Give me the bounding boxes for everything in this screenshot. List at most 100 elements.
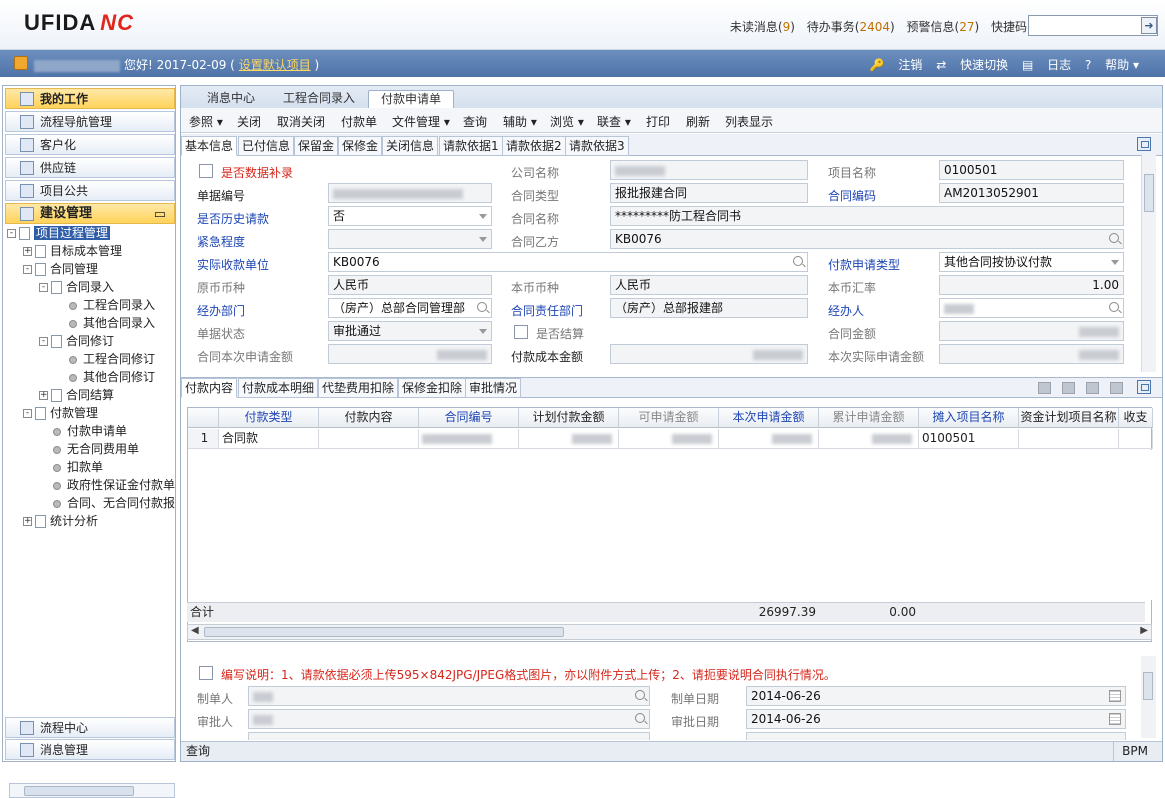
tree-node[interactable]: - 付款管理 <box>23 404 98 422</box>
menu-reference[interactable]: 参照 ▾ <box>189 113 223 130</box>
todo-link[interactable]: 待办事务(2404) <box>807 20 895 34</box>
cell-project[interactable]: 0100501 <box>919 429 1019 449</box>
add-row-icon[interactable] <box>1038 382 1051 394</box>
nav-supply-chain[interactable]: 供应链 <box>5 157 175 178</box>
cell-contract-no[interactable] <box>419 429 519 449</box>
menu-browse[interactable]: 浏览 ▾ <box>550 113 584 130</box>
tree-node[interactable]: 工程合同录入 <box>69 296 155 314</box>
grid-header-planned[interactable]: 计划付款金额 <box>519 408 619 428</box>
note-checkbox[interactable] <box>199 666 213 680</box>
restore-icon[interactable] <box>1137 137 1151 151</box>
grid-header-cumulative[interactable]: 累计申请金额 <box>819 408 919 428</box>
doc-status-select[interactable]: 审批通过 <box>328 321 492 341</box>
menu-print[interactable]: 打印 <box>646 113 670 130</box>
search-icon[interactable] <box>635 690 645 700</box>
scroll-right-icon[interactable]: ▶ <box>1140 625 1148 636</box>
tree-node[interactable]: - 项目过程管理 <box>7 224 111 242</box>
tab-basis-1[interactable]: 请款依据1 <box>439 136 503 156</box>
set-default-project-link[interactable]: 设置默认项目 <box>239 58 311 72</box>
tab-paid-info[interactable]: 已付信息 <box>238 136 295 156</box>
collapse-icon[interactable]: - <box>23 265 32 274</box>
tree-node[interactable]: 其他合同修订 <box>69 368 155 386</box>
tree-node[interactable]: + 目标成本管理 <box>23 242 122 260</box>
unread-messages-link[interactable]: 未读消息(9) <box>730 20 795 34</box>
alert-link[interactable]: 预警信息(27) <box>907 20 980 34</box>
tab-engineering-contract[interactable]: 工程合同录入 <box>271 90 367 108</box>
grid-header-fund-plan[interactable]: 资金计划项目名称 <box>1019 408 1119 428</box>
go-arrow-icon[interactable]: ➜ <box>1141 17 1157 34</box>
grid-header-content[interactable]: 付款内容 <box>319 408 419 428</box>
search-icon[interactable] <box>793 256 803 266</box>
is-settled-checkbox[interactable] <box>514 325 528 339</box>
grid-hscrollbar[interactable]: ◀ ▶ <box>187 624 1152 640</box>
is-history-select[interactable]: 否 <box>328 206 492 226</box>
tab-warranty-deduction[interactable]: 保修金扣除 <box>398 378 467 398</box>
tab-retention[interactable]: 保留金 <box>294 136 339 156</box>
handler-dept-field[interactable]: （房产）总部合同管理部 <box>328 298 492 318</box>
handler-field[interactable] <box>939 298 1124 318</box>
menu-file-mgmt[interactable]: 文件管理 ▾ <box>392 113 450 130</box>
grid-header-current[interactable]: 本次申请金额 <box>719 408 819 428</box>
make-date-field[interactable]: 2014-06-26 <box>746 686 1126 706</box>
logout-link[interactable]: 🔑 注销 <box>870 58 923 72</box>
tree-node[interactable]: 其他合同录入 <box>69 314 155 332</box>
cell-current[interactable] <box>719 429 819 449</box>
approver-field[interactable] <box>248 709 650 729</box>
nav-my-work[interactable]: 我的工作 <box>5 88 175 109</box>
cell-income[interactable] <box>1119 429 1153 449</box>
calendar-icon[interactable] <box>1109 713 1121 725</box>
collapse-icon[interactable]: - <box>7 229 16 238</box>
grid-header-available[interactable]: 可申请金额 <box>619 408 719 428</box>
actual-payee-field[interactable]: KB0076 <box>328 252 808 272</box>
grid-header-type[interactable]: 付款类型 <box>219 408 319 428</box>
paste-row-icon[interactable] <box>1110 382 1123 394</box>
restore-icon[interactable] <box>1137 380 1151 394</box>
quick-switch-link[interactable]: ⇄ 快速切换 <box>936 58 1008 72</box>
collapse-icon[interactable]: - <box>39 337 48 346</box>
tab-warranty[interactable]: 保修金 <box>338 136 383 156</box>
tab-message-center[interactable]: 消息中心 <box>195 90 267 108</box>
menu-linked-query[interactable]: 联查 ▾ <box>597 113 631 130</box>
tab-advance-deduction[interactable]: 代垫费用扣除 <box>318 378 399 398</box>
nav-customize[interactable]: 客户化 <box>5 134 175 155</box>
quickcode-input[interactable] <box>1028 15 1158 36</box>
tree-node[interactable]: - 合同修订 <box>39 332 114 350</box>
search-icon[interactable] <box>1109 233 1119 243</box>
tab-close-info[interactable]: 关闭信息 <box>382 136 439 156</box>
footer-vscrollbar[interactable] <box>1141 656 1156 738</box>
calendar-icon[interactable] <box>1109 690 1121 702</box>
tree-node[interactable]: 政府性保证金付款单 <box>53 476 175 494</box>
tab-basis-3[interactable]: 请款依据3 <box>565 136 629 156</box>
search-icon[interactable] <box>1109 302 1119 312</box>
search-icon[interactable] <box>635 713 645 723</box>
menu-assist[interactable]: 辅助 ▾ <box>503 113 537 130</box>
menu-cancel-close[interactable]: 取消关闭 <box>277 113 325 130</box>
urgency-select[interactable] <box>328 229 492 249</box>
maker-field[interactable] <box>248 686 650 706</box>
approve-date-field[interactable]: 2014-06-26 <box>746 709 1126 729</box>
search-icon[interactable] <box>477 302 487 312</box>
cell-content[interactable] <box>319 429 419 449</box>
left-hscrollbar[interactable] <box>9 783 175 798</box>
cell-fund-plan[interactable] <box>1019 429 1119 449</box>
cell-planned[interactable] <box>519 429 619 449</box>
collapse-icon[interactable]: ▭ <box>154 205 166 225</box>
nav-process-center[interactable]: 流程中心 <box>5 717 175 738</box>
tree-node[interactable]: 无合同费用单 <box>53 440 139 458</box>
menu-query[interactable]: 查询 <box>463 113 487 130</box>
tree-node[interactable]: 工程合同修订 <box>69 350 155 368</box>
scroll-left-icon[interactable]: ◀ <box>191 625 199 636</box>
tab-approval[interactable]: 审批情况 <box>465 378 522 398</box>
expand-icon[interactable]: + <box>23 247 32 256</box>
menu-refresh[interactable]: 刷新 <box>686 113 710 130</box>
expand-icon[interactable]: + <box>23 517 32 526</box>
grid-header-contract-no[interactable]: 合同编号 <box>419 408 519 428</box>
tree-node[interactable]: - 合同录入 <box>39 278 114 296</box>
tab-basis-2[interactable]: 请款依据2 <box>502 136 566 156</box>
party-b-field[interactable]: KB0076 <box>610 229 1124 249</box>
delete-row-icon[interactable] <box>1062 382 1075 394</box>
expand-icon[interactable]: + <box>39 391 48 400</box>
pay-apply-type-select[interactable]: 其他合同按协议付款 <box>939 252 1124 272</box>
tree-node[interactable]: - 合同管理 <box>23 260 98 278</box>
tree-node[interactable]: + 统计分析 <box>23 512 98 530</box>
